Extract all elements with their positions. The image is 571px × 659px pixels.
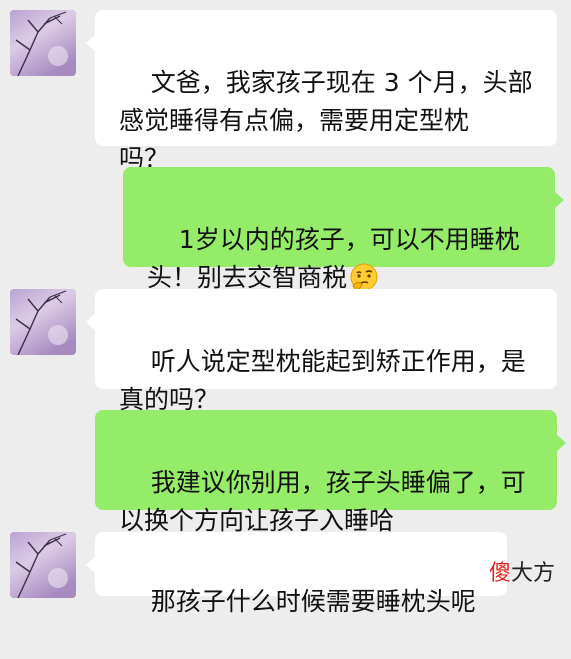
watermark-accent: 傻 [488,561,511,586]
message-bubble-incoming[interactable]: 文爸，我家孩子现在 3 个月，头部 感觉睡得有点偏，需要用定型枕 吗？ [86,10,557,173]
avatar-branch-image [10,289,76,355]
message-text: 1岁以内的孩子，可以不用睡枕 头！别去交智商税 [147,225,520,292]
avatar-branch-image [10,10,76,76]
message-text: 文爸，我家孩子现在 3 个月，头部 感觉睡得有点偏，需要用定型枕 吗？ [119,68,533,173]
contact-avatar[interactable] [10,289,76,355]
contact-avatar[interactable] [10,532,76,598]
message-text: 我建议你别用，孩子头睡偏了，可 以换个方向让孩子入睡哈 [119,468,526,535]
message-bubble-outgoing[interactable]: 1岁以内的孩子，可以不用睡枕 头！别去交智商税 [123,167,564,292]
thinking-face-icon [350,263,378,291]
chat-area: 文爸，我家孩子现在 3 个月，头部 感觉睡得有点偏，需要用定型枕 吗？ 1岁以内… [0,0,571,616]
message-bubble-incoming[interactable]: 听人说定型枕能起到矫正作用，是 真的吗？ [86,289,557,414]
watermark: 傻大方 [489,555,555,587]
contact-avatar[interactable] [10,10,76,76]
message-text: 那孩子什么时候需要睡枕头呢 [150,587,476,616]
message-bubble-outgoing[interactable]: 我建议你别用，孩子头睡偏了，可 以换个方向让孩子入睡哈 [95,410,566,535]
message-bubble-incoming[interactable]: 那孩子什么时候需要睡枕头呢 [86,532,507,616]
message-text: 听人说定型枕能起到矫正作用，是 真的吗？ [119,347,526,414]
watermark-rest: 大方 [510,561,555,586]
avatar-branch-image [10,532,76,598]
